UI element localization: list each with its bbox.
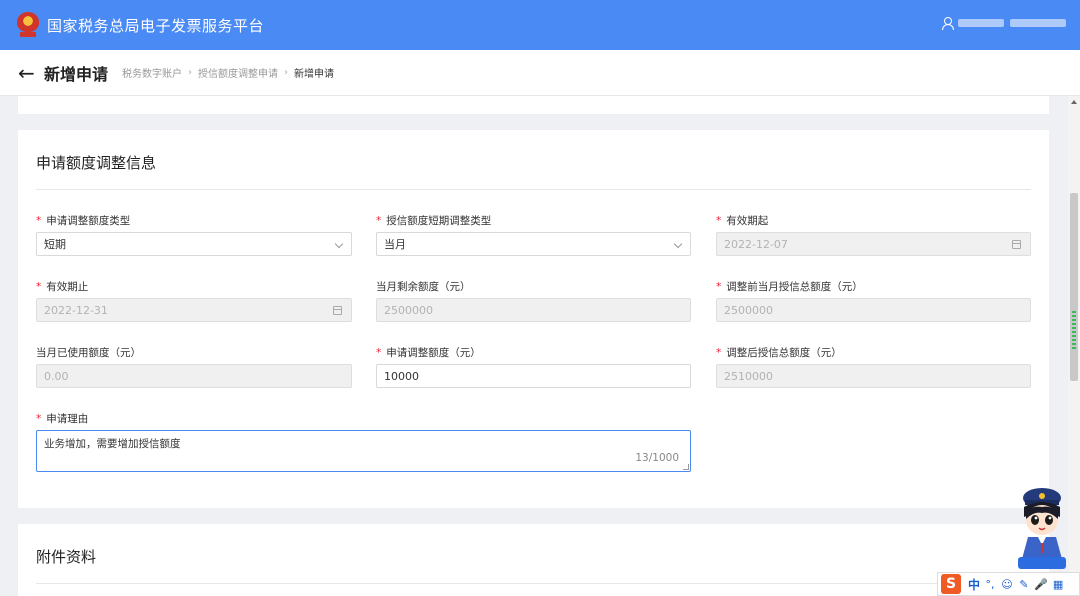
section-title: 申请额度调整信息 bbox=[36, 154, 157, 172]
reason-text: 业务增加，需要增加授信额度 bbox=[44, 438, 181, 450]
short-type-select[interactable]: 当月 bbox=[376, 232, 691, 256]
month-remaining-input: 2500000 bbox=[376, 298, 691, 322]
apply-type-label: * 申请调整额度类型 bbox=[36, 215, 131, 227]
ime-logo-icon[interactable]: S bbox=[941, 574, 961, 594]
valid-from-date-input: 2022-12-07 bbox=[716, 232, 1031, 256]
tax-emblem-logo bbox=[17, 12, 39, 38]
apply-amount-input[interactable]: 10000 bbox=[376, 364, 691, 388]
breadcrumb-item[interactable]: 税务数字账户 bbox=[122, 65, 182, 80]
total-before-label: * 调整前当月授信总额度（元） bbox=[716, 281, 863, 293]
user-org-redacted bbox=[1010, 19, 1066, 27]
breadcrumb-separator-icon: › bbox=[188, 67, 193, 78]
section-title: 附件资料 bbox=[36, 548, 97, 566]
reason-label: * 申请理由 bbox=[36, 413, 89, 425]
chevron-down-icon bbox=[334, 239, 344, 249]
attachment-card: 附件资料 bbox=[18, 524, 1049, 596]
chevron-down-icon bbox=[673, 239, 683, 249]
total-after-input: 2510000 bbox=[716, 364, 1031, 388]
reason-textarea[interactable]: 业务增加，需要增加授信额度 13/1000 bbox=[36, 430, 691, 472]
month-remaining-label: 当月剩余额度（元） bbox=[376, 281, 471, 293]
ime-handwriting-icon[interactable]: ✎ bbox=[1017, 578, 1031, 591]
top-header: 国家税务总局电子发票服务平台 bbox=[0, 0, 1080, 50]
breadcrumb-current: 新增申请 bbox=[294, 69, 335, 80]
breadcrumb-item[interactable]: 授信额度调整申请 bbox=[198, 65, 278, 80]
page-header: ← 新增申请 税务数字账户 › 授信额度调整申请 › 新增申请 bbox=[0, 50, 1080, 96]
ime-language-toggle[interactable]: 中 bbox=[968, 576, 980, 593]
resize-handle-icon[interactable] bbox=[683, 464, 689, 470]
user-menu[interactable] bbox=[942, 17, 1066, 30]
section-divider bbox=[36, 189, 1031, 190]
calendar-icon bbox=[333, 306, 342, 315]
previous-section-card bbox=[18, 96, 1049, 114]
valid-from-label: * 有效期起 bbox=[716, 215, 769, 227]
breadcrumb-separator-icon: › bbox=[284, 67, 289, 78]
back-arrow-icon[interactable]: ← bbox=[18, 63, 36, 83]
month-used-label: 当月已使用额度（元） bbox=[36, 347, 141, 359]
scrollbar-thumb[interactable] bbox=[1070, 193, 1078, 381]
month-used-input: 0.00 bbox=[36, 364, 352, 388]
calendar-icon bbox=[1012, 240, 1021, 249]
ime-toolbar: S 中 °, ☺ ✎ 🎤 ▦ bbox=[937, 572, 1080, 596]
section-divider bbox=[36, 583, 1031, 584]
breadcrumb: 税务数字账户 › 授信额度调整申请 › 新增申请 bbox=[122, 65, 334, 80]
scroll-up-arrow-icon[interactable] bbox=[1071, 100, 1077, 104]
ime-punctuation-icon[interactable]: °, bbox=[983, 578, 997, 591]
user-name-redacted bbox=[958, 19, 1004, 27]
scroll-grip-icon bbox=[1072, 311, 1076, 351]
platform-title: 国家税务总局电子发票服务平台 bbox=[47, 16, 265, 35]
ime-voice-icon[interactable]: 🎤 bbox=[1034, 578, 1048, 591]
ime-toolbox-icon[interactable]: ▦ bbox=[1051, 578, 1065, 591]
page-title: 新增申请 bbox=[44, 64, 109, 84]
char-counter: 13/1000 bbox=[635, 452, 679, 464]
apply-amount-label: * 申请调整额度（元） bbox=[376, 347, 481, 359]
assistant-mascot-icon[interactable] bbox=[1012, 487, 1072, 573]
valid-to-label: * 有效期止 bbox=[36, 281, 89, 293]
total-before-input: 2500000 bbox=[716, 298, 1031, 322]
ime-emoji-icon[interactable]: ☺ bbox=[1000, 578, 1014, 591]
apply-type-select[interactable]: 短期 bbox=[36, 232, 352, 256]
short-type-label: * 授信额度短期调整类型 bbox=[376, 215, 492, 227]
total-after-label: * 调整后授信总额度（元） bbox=[716, 347, 842, 359]
valid-to-date-input: 2022-12-31 bbox=[36, 298, 352, 322]
user-icon bbox=[942, 17, 954, 30]
